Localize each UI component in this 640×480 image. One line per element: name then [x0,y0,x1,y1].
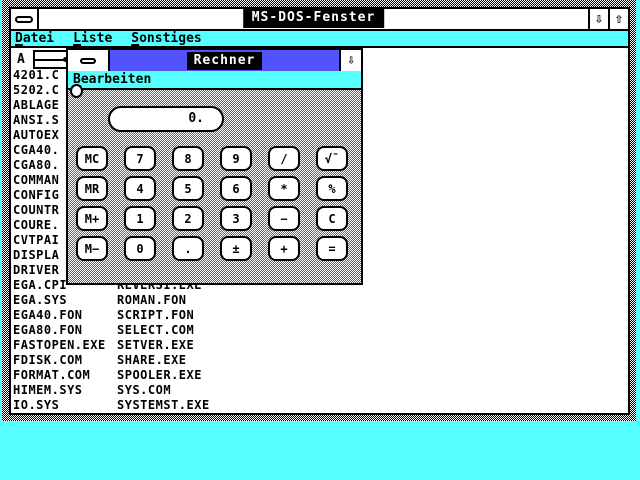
file-name-col2[interactable]: SETVER.EXE [117,338,194,352]
menu-item-sonstiges[interactable]: Sonstiges [131,31,201,46]
menu-hotkey-letter: S [131,31,139,46]
calculator-minimize-arrow-icon: ⇩ [347,53,355,68]
menu-hotkey-letter: D [15,31,23,46]
calc-key[interactable]: + [268,236,300,261]
maximize-arrow-icon: ⇧ [615,11,623,27]
file-name-col1[interactable]: FORMAT.COM [13,369,117,382]
calc-key[interactable]: 5 [172,176,204,201]
menu-hotkey-letter: L [73,31,81,46]
calc-key[interactable]: 9 [220,146,252,171]
calculator-minimize-button[interactable]: ⇩ [339,50,361,71]
calc-key[interactable]: 0 [124,236,156,261]
file-name-col2[interactable]: ROMAN.FON [117,293,187,307]
file-row[interactable]: IO.SYSSYSTEMST.EXE [13,399,210,412]
file-name-col1[interactable]: EGA.SYS [13,294,117,307]
calculator-title: Rechner [187,52,263,70]
calculator-display: 0. [108,106,224,132]
file-row[interactable]: EGA40.FONSCRIPT.FON [13,309,194,322]
calc-key[interactable]: MR [76,176,108,201]
calc-key[interactable]: M+ [76,206,108,231]
file-name-col1[interactable]: IO.SYS [13,399,117,412]
main-title-area[interactable]: MS-DOS-Fenster [39,9,588,29]
menu-item-liste[interactable]: Liste [73,31,112,46]
calculator-keypad: MC 789 / √¯ MR 456 *% M+ 123−C M− 0. ± + = [76,146,348,261]
system-menu-button[interactable] [11,9,39,29]
calc-key[interactable]: 7 [124,146,156,171]
calc-key[interactable]: − [268,206,300,231]
main-titlebar: MS-DOS-Fenster ⇩ ⇧ [11,9,628,31]
file-row[interactable]: FASTOPEN.EXESETVER.EXE [13,339,194,352]
menu-label-rest: atei [23,31,54,46]
calculator-titlebar: Rechner ⇩ [68,50,361,71]
calc-key[interactable]: % [316,176,348,201]
main-window-title: MS-DOS-Fenster [243,8,385,28]
calc-key[interactable]: MC [76,146,108,171]
calc-key[interactable]: 2 [172,206,204,231]
file-name-col2[interactable]: SYSTEMST.EXE [117,398,210,412]
calculator-system-menu-dash-icon [80,58,96,64]
menu-item-datei[interactable]: Datei [15,31,54,46]
minimize-arrow-icon: ⇩ [595,11,603,27]
menu-label-rest: earbeiten [81,72,151,87]
file-name-col1[interactable]: FDISK.COM [13,354,117,367]
file-name-col1[interactable]: EGA40.FON [13,309,117,322]
calc-key[interactable]: 4 [124,176,156,201]
minimize-button[interactable]: ⇩ [588,9,608,29]
calculator-body: 0. MC 789 / √¯ MR 456 *% M+ 123−C M− 0. ± + = [68,90,361,283]
file-name-col2[interactable]: SCRIPT.FON [117,308,194,322]
calc-key[interactable]: M− [76,236,108,261]
system-menu-dash-icon [15,16,33,23]
calculator-circle-decoration [70,84,83,98]
calc-key[interactable]: ± [220,236,252,261]
calc-key[interactable]: 3 [220,206,252,231]
main-menu-bar: Datei Liste Sonstiges [11,31,628,48]
maximize-button[interactable]: ⇧ [608,9,628,29]
calculator-system-menu-button[interactable] [68,50,110,71]
file-name-col2[interactable]: SELECT.COM [117,323,194,337]
file-name-col1[interactable]: EGA80.FON [13,324,117,337]
calc-key[interactable]: √¯ [316,146,348,171]
file-name-col2[interactable]: SPOOLER.EXE [117,368,202,382]
menu-label-rest: iste [81,31,112,46]
calc-menu-item-bearbeiten[interactable]: Bearbeiten [73,72,151,87]
menu-label-rest: onstiges [139,31,202,46]
calculator-menu-bar: Bearbeiten [68,71,361,90]
calc-key[interactable]: = [316,236,348,261]
calc-key[interactable]: 6 [220,176,252,201]
file-row[interactable]: HIMEM.SYSSYS.COM [13,384,171,397]
calc-key[interactable]: 8 [172,146,204,171]
calc-key[interactable]: . [172,236,204,261]
calculator-title-area[interactable]: Rechner [110,50,339,71]
file-name-col2[interactable]: SYS.COM [117,383,171,397]
file-row[interactable]: EGA80.FONSELECT.COM [13,324,194,337]
calc-key[interactable]: C [316,206,348,231]
file-row[interactable]: FDISK.COMSHARE.EXE [13,354,187,367]
calc-key[interactable]: / [268,146,300,171]
file-row[interactable]: EGA.SYSROMAN.FON [13,294,187,307]
file-name-col2[interactable]: SHARE.EXE [117,353,187,367]
calc-key[interactable]: * [268,176,300,201]
file-name-col1[interactable]: FASTOPEN.EXE [13,339,117,352]
file-name-col1[interactable]: HIMEM.SYS [13,384,117,397]
calculator-window: Rechner ⇩ Bearbeiten 0. MC789/√¯MR456*%M… [66,48,363,285]
file-row[interactable]: FORMAT.COMSPOOLER.EXE [13,369,202,382]
calc-key[interactable]: 1 [124,206,156,231]
